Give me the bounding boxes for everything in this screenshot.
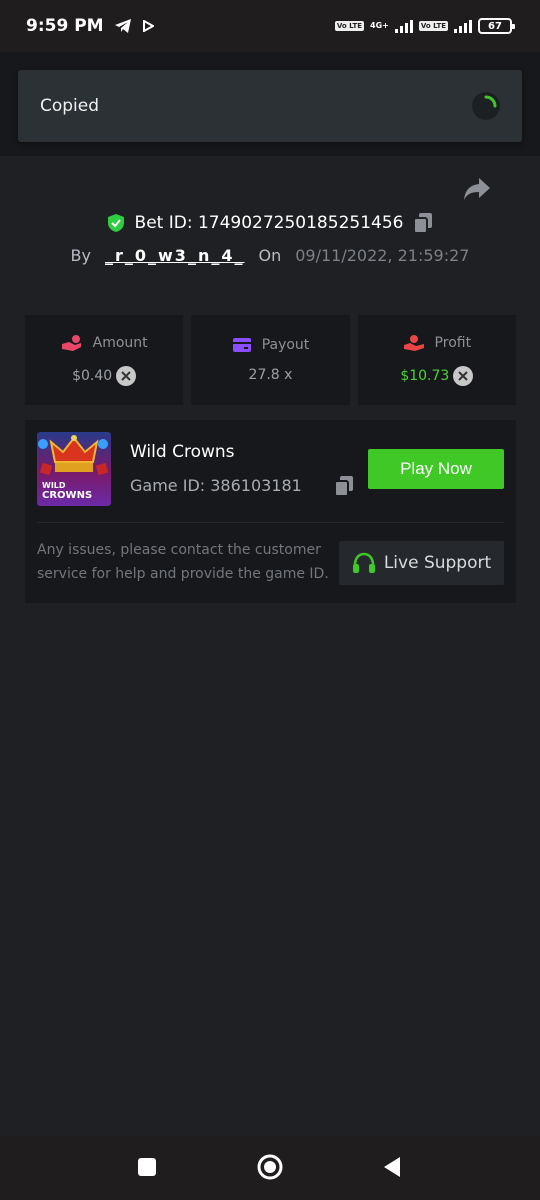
username-link[interactable]: _r_0_w3_n_4_ xyxy=(105,246,244,265)
battery-level: 67 xyxy=(488,20,502,32)
play-now-button[interactable]: Play Now xyxy=(368,449,504,489)
signal-icon xyxy=(394,19,413,33)
crown-icon xyxy=(38,435,109,476)
profit-card: Profit $10.73 xyxy=(357,315,516,405)
bet-id: Bet ID: 1749027250185251456 xyxy=(134,213,404,233)
divider xyxy=(37,522,504,523)
copy-icon[interactable] xyxy=(413,212,433,234)
bet-meta-row: By _r_0_w3_n_4_ On 09/11/2022, 21:59:27 xyxy=(0,246,540,265)
status-bar: 9:59 PM Vo LTE 4G+ Vo LTE 67 xyxy=(0,0,540,52)
volte-badge-1: Vo LTE xyxy=(334,21,365,31)
volte-badge-2: Vo LTE xyxy=(418,21,448,31)
network-gen: 4G+ xyxy=(370,21,389,30)
bet-id-row: Bet ID: 1749027250185251456 xyxy=(0,212,540,234)
hand-coin-icon xyxy=(61,335,81,351)
toast-text: Copied xyxy=(40,96,100,116)
game-panel: WILD CROWNS Wild Crowns Game ID: 3861031… xyxy=(25,420,516,603)
spinner-icon xyxy=(472,92,500,120)
game-name: Wild Crowns xyxy=(130,442,235,462)
game-thumbnail[interactable]: WILD CROWNS xyxy=(37,432,111,506)
on-label: On xyxy=(258,246,282,265)
payout-label: Payout xyxy=(261,337,310,353)
status-time: 9:59 PM xyxy=(26,16,104,36)
back-nav-icon[interactable] xyxy=(382,1156,402,1178)
by-label: By xyxy=(70,246,91,265)
payout-value: 27.8 x xyxy=(248,367,293,383)
shield-check-icon xyxy=(107,214,124,232)
live-support-label: Live Support xyxy=(383,553,492,573)
telegram-icon xyxy=(114,19,131,33)
game-id: Game ID: 386103181 xyxy=(130,476,302,495)
copy-icon[interactable] xyxy=(334,475,354,497)
bet-stats: Amount $0.40 Payout 27.8 x Profit $10.73 xyxy=(25,315,516,405)
signal-icon-2 xyxy=(454,19,472,33)
play-icon xyxy=(142,20,154,32)
amount-card: Amount $0.40 xyxy=(25,315,184,405)
circle-nav-icon[interactable] xyxy=(256,1153,284,1181)
thumb-title-line1: WILD xyxy=(42,481,66,490)
hand-money-icon xyxy=(403,335,424,351)
live-support-button[interactable]: Live Support xyxy=(339,541,504,585)
headset-icon xyxy=(352,552,375,573)
battery-icon: 67 xyxy=(478,18,515,34)
payout-card: Payout 27.8 x xyxy=(191,315,350,405)
coin-x-icon xyxy=(116,366,137,386)
square-nav-icon[interactable] xyxy=(137,1157,157,1177)
coin-x-icon xyxy=(453,366,474,386)
profit-label: Profit xyxy=(434,335,472,351)
bet-date: 09/11/2022, 21:59:27 xyxy=(295,246,470,265)
card-icon xyxy=(232,338,251,352)
profit-value: $10.73 xyxy=(400,368,450,384)
system-nav-bar xyxy=(0,1135,540,1200)
thumb-title-line2: CROWNS xyxy=(42,490,93,501)
amount-label: Amount xyxy=(92,335,148,351)
copied-toast: Copied xyxy=(18,70,522,142)
help-text: Any issues, please contact the customer … xyxy=(37,542,329,582)
amount-value: $0.40 xyxy=(72,368,113,384)
share-icon[interactable] xyxy=(462,176,492,202)
